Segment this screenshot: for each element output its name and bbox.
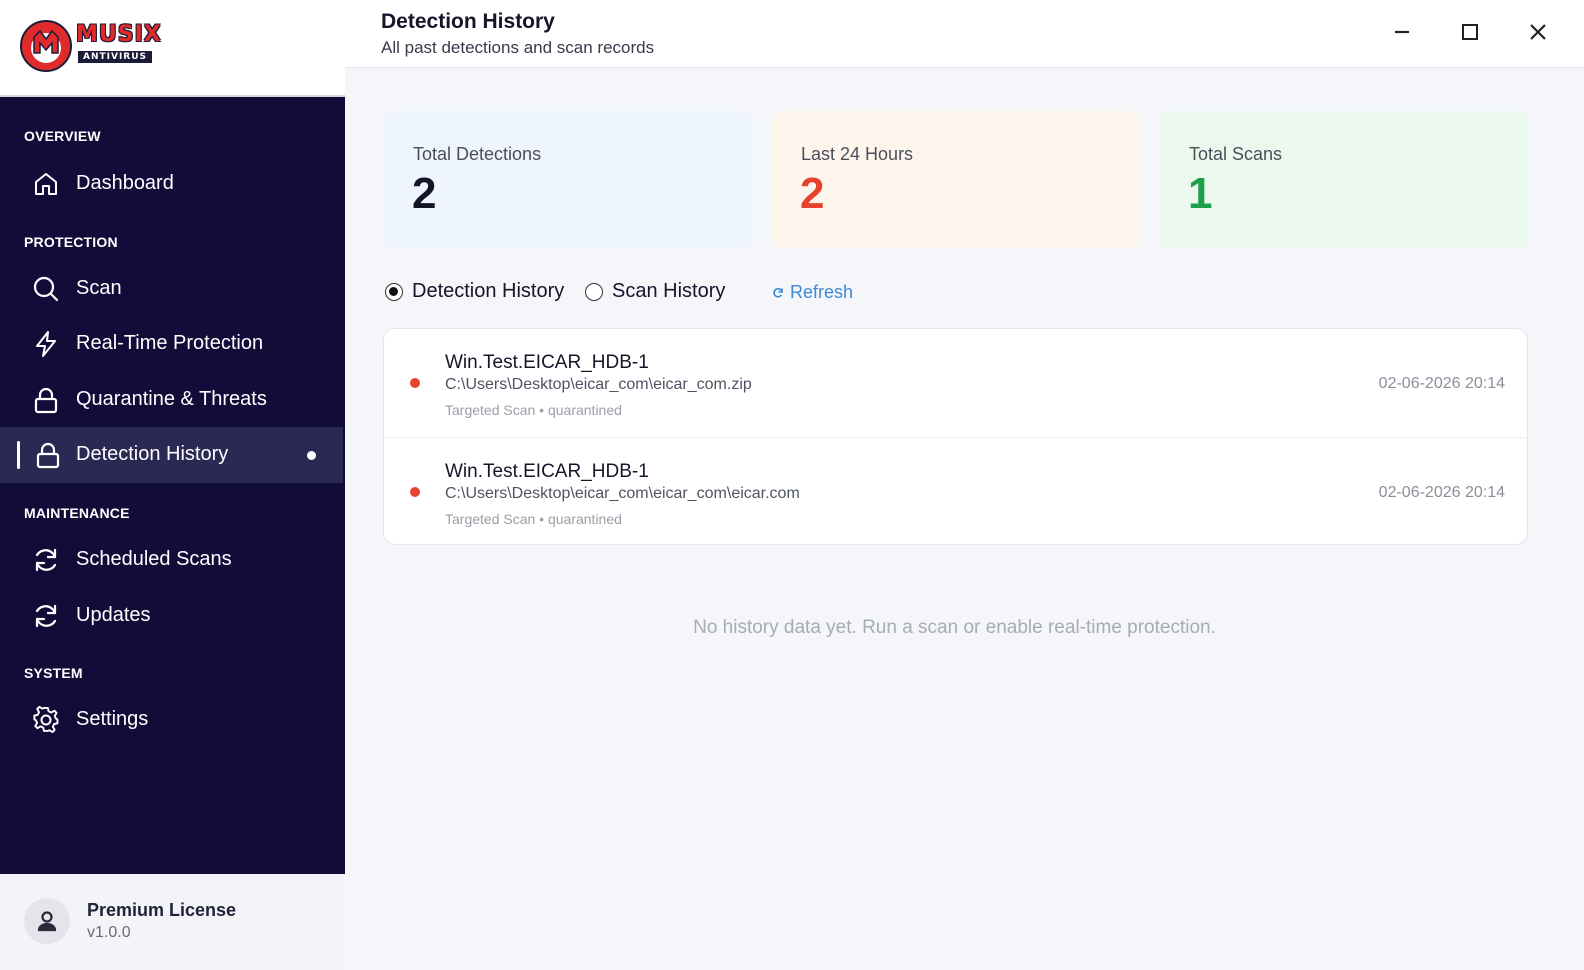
threat-path: C:\Users\Desktop\eicar_com\eicar_com\eic… (445, 485, 800, 502)
stat-card-total-scans: Total Scans 1 (1159, 111, 1529, 248)
lock-icon (34, 387, 58, 414)
sidebar-item-label: Settings (76, 708, 149, 730)
radio-circle[interactable] (585, 282, 603, 301)
severity-dot (410, 378, 420, 388)
empty-state-message: No history data yet. Run a scan or enabl… (693, 617, 1216, 638)
sidebar-item-quarantine[interactable]: Quarantine & Threats (0, 372, 343, 428)
musix-logo-icon (20, 20, 72, 72)
stat-card-last-24-hours: Last 24 Hours 2 (771, 111, 1141, 248)
detection-list: Win.Test.EICAR_HDB-1 C:\Users\Desktop\ei… (383, 328, 1528, 545)
table-row[interactable]: Win.Test.EICAR_HDB-1 C:\Users\Desktop\ei… (384, 329, 1527, 437)
avatar (24, 898, 70, 944)
app-window: MUSIX ANTIVIRUS OVERVIEW Dashboard PROTE… (0, 0, 1584, 970)
brand-name: MUSIX (76, 22, 162, 47)
threat-meta: Targeted Scan • quarantined (445, 511, 622, 527)
threat-path: C:\Users\Desktop\eicar_com\eicar_com.zip (445, 376, 752, 393)
radio-label: Scan History (612, 280, 726, 302)
logo-area: MUSIX ANTIVIRUS (0, 0, 345, 97)
search-icon (33, 276, 59, 302)
page-subtitle: All past detections and scan records (381, 38, 655, 57)
refresh-icon (773, 287, 783, 298)
license-name: Premium License (87, 900, 237, 920)
section-overview: OVERVIEW (24, 128, 101, 144)
minimize-icon[interactable] (1388, 18, 1416, 46)
stat-label: Total Detections (413, 144, 542, 164)
radio-detection-history[interactable]: Detection History (385, 280, 564, 303)
refresh-button[interactable]: Refresh (772, 282, 853, 303)
refresh-icon (35, 604, 57, 628)
sidebar-item-detection-history[interactable]: Detection History (0, 427, 343, 483)
main-content: Total Detections 2 Last 24 Hours 2 Total… (345, 69, 1584, 970)
threat-name: Win.Test.EICAR_HDB-1 (445, 352, 649, 373)
home-icon (35, 173, 57, 195)
radio-circle-selected[interactable] (385, 282, 403, 301)
gear-icon (33, 706, 59, 733)
brand-tagline: ANTIVIRUS (78, 51, 153, 63)
radio-scan-history[interactable]: Scan History (585, 280, 725, 303)
active-indicator-bar (17, 441, 20, 469)
sidebar-item-real-time-protection[interactable]: Real-Time Protection (0, 316, 343, 372)
sidebar-item-updates[interactable]: Updates (0, 588, 343, 644)
section-maintenance: MAINTENANCE (24, 505, 130, 521)
sidebar-item-label: Real-Time Protection (76, 332, 264, 354)
close-icon[interactable] (1524, 18, 1552, 46)
lightning-icon (36, 331, 56, 357)
sidebar-item-scan[interactable]: Scan (0, 261, 343, 317)
sidebar-item-label: Dashboard (76, 172, 174, 194)
active-dot (307, 451, 316, 460)
sidebar-item-label: Scheduled Scans (76, 548, 232, 570)
sidebar-item-label: Scan (76, 277, 122, 299)
radio-label: Detection History (412, 280, 565, 302)
threat-timestamp: 02-06-2026 20:14 (1378, 484, 1505, 501)
sidebar: MUSIX ANTIVIRUS OVERVIEW Dashboard PROTE… (0, 0, 345, 970)
maximize-icon[interactable] (1456, 18, 1484, 46)
stat-value: 2 (800, 169, 825, 218)
sidebar-item-label: Detection History (76, 443, 229, 465)
severity-dot (410, 487, 420, 497)
sidebar-item-settings[interactable]: Settings (0, 692, 343, 748)
sidebar-item-label: Quarantine & Threats (76, 388, 267, 410)
refresh-label: Refresh (790, 282, 854, 302)
refresh-icon (35, 548, 57, 572)
license-panel[interactable]: Premium License v1.0.0 (0, 874, 345, 970)
page-title: Detection History (381, 10, 555, 33)
app-version: v1.0.0 (87, 924, 131, 941)
stat-label: Total Scans (1189, 144, 1283, 164)
threat-name: Win.Test.EICAR_HDB-1 (445, 461, 649, 482)
table-row[interactable]: Win.Test.EICAR_HDB-1 C:\Users\Desktop\ei… (384, 437, 1527, 544)
sidebar-item-dashboard[interactable]: Dashboard (0, 156, 343, 212)
page-header: Detection History All past detections an… (345, 0, 1584, 68)
threat-meta: Targeted Scan • quarantined (445, 402, 622, 418)
threat-timestamp: 02-06-2026 20:14 (1378, 375, 1505, 392)
user-icon (37, 911, 57, 932)
stat-label: Last 24 Hours (801, 144, 914, 164)
sidebar-item-label: Updates (76, 604, 151, 626)
section-protection: PROTECTION (24, 234, 118, 250)
stat-value: 2 (412, 169, 437, 218)
section-system: SYSTEM (24, 665, 83, 681)
stat-value: 1 (1188, 169, 1213, 218)
lock-icon (36, 442, 60, 469)
logo-text: MUSIX ANTIVIRUS (76, 24, 162, 64)
sidebar-item-scheduled-scans[interactable]: Scheduled Scans (0, 532, 343, 588)
stat-card-total-detections: Total Detections 2 (383, 111, 753, 248)
